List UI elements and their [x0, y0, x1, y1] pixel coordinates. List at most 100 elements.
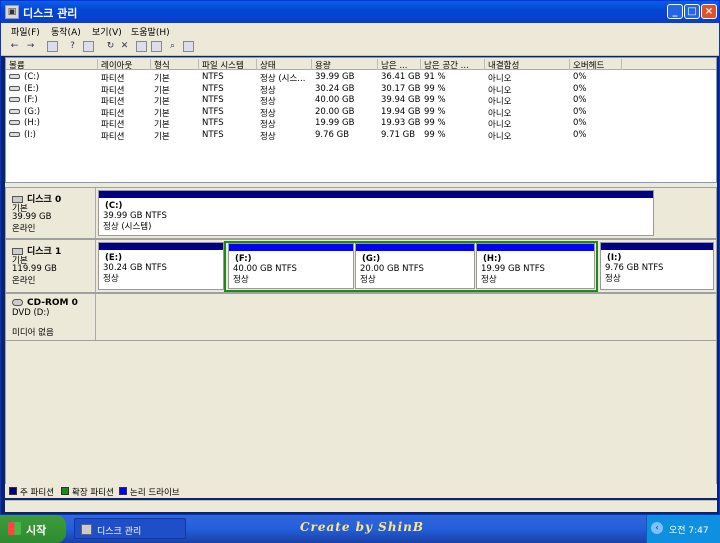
- cell-capacity: 20.00 GB: [315, 106, 355, 117]
- partition-f[interactable]: (F:) 40.00 GB NTFS 정상: [228, 243, 354, 289]
- menu-file[interactable]: 파일(F): [11, 25, 40, 38]
- table-row[interactable]: (E:) 파티션 기본 NTFS 정상 30.24 GB 30.17 GB 99 % 아니오 0%: [6, 83, 716, 96]
- menu-view[interactable]: 보기(V): [92, 25, 122, 38]
- partition-label: (H:): [483, 254, 502, 264]
- primary-partition-bar: [99, 191, 653, 198]
- properties-icon[interactable]: [83, 41, 94, 52]
- search-icon[interactable]: ⌕: [167, 41, 178, 52]
- cell-filesystem: NTFS: [202, 106, 224, 117]
- cell-filesystem: NTFS: [202, 72, 224, 82]
- title-bar[interactable]: ▣ 디스크 관리 _ □ ×: [1, 1, 719, 23]
- volume-list-header: 볼륨 레이아웃 형식 파일 시스템 상태 용량 남은 ... 남은 공간 ...…: [6, 58, 716, 70]
- logical-drive-bar: [356, 244, 474, 251]
- partition-i[interactable]: (I:) 9.76 GB NTFS 정상: [600, 242, 714, 290]
- disk-management-window: ▣ 디스크 관리 _ □ × 파일(F) 동작(A) 보기(V) 도움말(H) …: [0, 0, 720, 515]
- cd-icon: [12, 299, 23, 306]
- disk-1-name: 디스크 1: [27, 247, 62, 257]
- partition-status: 정상: [360, 275, 376, 285]
- forward-arrow-icon[interactable]: →: [25, 41, 36, 52]
- legend: 주 파티션 확장 파티션 논리 드라이브: [5, 484, 717, 498]
- disk-0-info[interactable]: 디스크 0 기본 39.99 GB 온라인: [6, 188, 96, 238]
- partition-label: (G:): [362, 254, 381, 264]
- cell-overhead: 0%: [573, 118, 587, 128]
- disk-management-app-icon: ▣: [5, 5, 19, 19]
- col-capacity[interactable]: 용량: [312, 59, 378, 70]
- table-row[interactable]: (C:) 파티션 기본 NTFS 정상 (시스... 39.99 GB 36.41 GB 91…: [6, 71, 716, 84]
- console-tree-icon[interactable]: [47, 41, 58, 52]
- disk-0-status: 온라인: [12, 224, 36, 234]
- taskbar-brand-text: Create by ShinB: [300, 520, 424, 534]
- legend-extended-label: 확장 파티션: [72, 488, 114, 498]
- partition-label: (I:): [607, 253, 622, 263]
- drive-icon: [9, 120, 20, 125]
- cell-free-percent: 99 %: [424, 95, 446, 105]
- maximize-button[interactable]: □: [684, 4, 700, 19]
- partition-e[interactable]: (E:) 30.24 GB NTFS 정상: [98, 242, 224, 290]
- primary-partition-bar: [99, 243, 223, 250]
- cell-capacity: 30.24 GB: [315, 83, 355, 94]
- extended-legend-swatch: [61, 487, 69, 495]
- col-filesystem[interactable]: 파일 시스템: [199, 59, 257, 70]
- start-button[interactable]: 시작: [0, 515, 66, 543]
- disk-1-info[interactable]: 디스크 1 기본 119.99 GB 온라인: [6, 240, 96, 292]
- table-row[interactable]: (H:) 파티션 기본 NTFS 정상 19.99 GB 19.93 GB 99 % 아니오 0%: [6, 117, 716, 130]
- partition-label: (E:): [105, 253, 122, 263]
- cell-filesystem: NTFS: [202, 118, 224, 128]
- col-free-percent[interactable]: 남은 공간 ...: [421, 59, 485, 70]
- cell-free-percent: 99 %: [424, 106, 446, 117]
- clock[interactable]: 오전 7:47: [669, 523, 709, 536]
- cell-status: 정상: [260, 131, 276, 142]
- help-icon[interactable]: ?: [67, 41, 78, 52]
- settings-icon[interactable]: [183, 41, 194, 52]
- col-layout[interactable]: 레이아웃: [98, 59, 151, 70]
- col-volume[interactable]: 볼륨: [6, 59, 98, 70]
- status-bar: [5, 500, 717, 512]
- disk-1-row: 디스크 1 기본 119.99 GB 온라인 (E:) 30.24 GB NTF…: [5, 239, 717, 293]
- col-fault-tolerance[interactable]: 내결함성: [485, 59, 570, 70]
- col-free[interactable]: 남은 ...: [378, 59, 421, 70]
- cell-capacity: 9.76 GB: [315, 129, 350, 140]
- col-overhead[interactable]: 오버헤드: [570, 59, 622, 70]
- partition-status: 정상: [233, 275, 249, 285]
- partition-status: 정상: [103, 274, 119, 284]
- refresh-icon[interactable]: ↻: [105, 41, 116, 52]
- disk-0-name: 디스크 0: [27, 195, 62, 205]
- close-button[interactable]: ×: [701, 4, 717, 19]
- cell-overhead: 0%: [573, 72, 587, 82]
- cell-free: 39.94 GB: [381, 95, 421, 105]
- cell-free-percent: 99 %: [424, 83, 446, 94]
- minimize-button[interactable]: _: [667, 4, 683, 19]
- cdrom-info[interactable]: CD-ROM 0 DVD (D:) 미디어 없음: [6, 294, 96, 340]
- legend-logical-label: 논리 드라이브: [130, 488, 180, 498]
- partition-status: 정상 (시스템): [103, 222, 152, 232]
- table-row[interactable]: (I:) 파티션 기본 NTFS 정상 9.76 GB 9.71 GB 99 % 아니오 0%: [6, 129, 716, 142]
- table-row[interactable]: (F:) 파티션 기본 NTFS 정상 40.00 GB 39.94 GB 99 % 아니오 0%: [6, 94, 716, 107]
- cell-volume: (I:): [24, 129, 37, 140]
- col-type[interactable]: 형식: [151, 59, 199, 70]
- disk-1-size: 119.99 GB: [12, 264, 57, 274]
- taskbar-item-disk-management[interactable]: 디스크 관리: [74, 518, 186, 539]
- drive-icon: [9, 131, 20, 137]
- partition-label: (F:): [235, 254, 252, 264]
- partition-status: 정상: [481, 275, 497, 285]
- delete-icon[interactable]: ✕: [119, 41, 130, 52]
- menu-help[interactable]: 도움말(H): [131, 25, 170, 38]
- toolbar: ← → ? ↻ ✕ ⌕: [1, 38, 719, 56]
- cdrom-media: 미디어 없음: [12, 328, 54, 338]
- cell-layout: 파티션: [101, 131, 125, 142]
- copy-icon[interactable]: [136, 41, 147, 52]
- tray-expand-icon[interactable]: ‹: [651, 522, 663, 534]
- cell-filesystem: NTFS: [202, 129, 224, 140]
- cdrom-row: CD-ROM 0 DVD (D:) 미디어 없음: [5, 293, 717, 341]
- menu-action[interactable]: 동작(A): [51, 25, 81, 38]
- partition-c[interactable]: (C:) 39.99 GB NTFS 정상 (시스템): [98, 190, 654, 236]
- partition-h[interactable]: (H:) 19.99 GB NTFS 정상: [476, 243, 595, 289]
- col-status[interactable]: 상태: [257, 59, 312, 70]
- partition-g[interactable]: (G:) 20.00 GB NTFS 정상: [355, 243, 475, 289]
- cell-overhead: 0%: [573, 129, 587, 140]
- logical-legend-swatch: [119, 487, 127, 495]
- open-folder-icon[interactable]: [151, 41, 162, 52]
- cdrom-drive: DVD (D:): [12, 308, 50, 318]
- back-arrow-icon[interactable]: ←: [9, 41, 20, 52]
- table-row[interactable]: (G:) 파티션 기본 NTFS 정상 20.00 GB 19.94 GB 99 % 아니오 0%: [6, 106, 716, 119]
